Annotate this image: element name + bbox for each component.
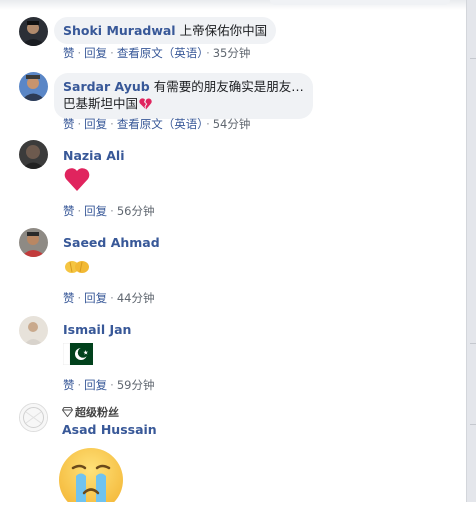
comment-time[interactable]: 54分钟 xyxy=(213,117,251,131)
like-link[interactable]: 赞 xyxy=(63,291,75,305)
like-link[interactable]: 赞 xyxy=(63,46,75,60)
see-original-link[interactable]: 查看原文（英语） xyxy=(117,46,203,60)
red-heart-icon xyxy=(63,166,91,196)
previous-comment-bubble-edge xyxy=(270,0,450,5)
comment-author[interactable]: Shoki Muradwal xyxy=(63,23,176,38)
avatar[interactable] xyxy=(19,17,48,46)
avatar[interactable] xyxy=(19,403,48,432)
comment-time[interactable]: 35分钟 xyxy=(213,46,251,60)
reply-link[interactable]: 回复 xyxy=(84,117,107,131)
broken-heart-icon xyxy=(139,97,152,114)
badge-label: 超级粉丝 xyxy=(75,406,119,419)
avatar[interactable] xyxy=(19,316,48,345)
comment-author[interactable]: Ismail Jan xyxy=(63,322,131,337)
praying-hands-icon xyxy=(63,259,91,279)
avatar[interactable] xyxy=(19,228,48,257)
comment-bubble: Sardar Ayub 有需要的朋友确实是朋友… 巴基斯坦中国 xyxy=(54,73,313,119)
right-panel-divider xyxy=(470,343,476,344)
diamond-icon xyxy=(61,407,74,420)
reply-link[interactable]: 回复 xyxy=(84,46,107,60)
right-panel-divider xyxy=(470,424,476,425)
avatar[interactable] xyxy=(19,72,48,101)
comment-bubble: Shoki Muradwal 上帝保佑你中国 xyxy=(54,17,277,44)
comment-time[interactable]: 59分钟 xyxy=(117,378,155,392)
comment-author[interactable]: Asad Hussain xyxy=(62,422,157,437)
reply-link[interactable]: 回复 xyxy=(84,378,107,392)
comment-author[interactable]: Nazia Ali xyxy=(63,148,125,163)
comment-author[interactable]: Saeed Ahmad xyxy=(63,235,160,250)
like-link[interactable]: 赞 xyxy=(63,204,75,218)
pakistan-flag-icon xyxy=(62,342,93,369)
comment-text: 有需要的朋友确实是朋友… xyxy=(153,79,304,94)
reply-link[interactable]: 回复 xyxy=(84,291,107,305)
like-link[interactable]: 赞 xyxy=(63,378,75,392)
comment-text: 巴基斯坦中国 xyxy=(63,96,139,111)
reply-link[interactable]: 回复 xyxy=(84,204,107,218)
comment-actions: 赞 · 回复 · 查看原文（英语） · 35分钟 xyxy=(63,46,251,60)
comment-actions: 赞 · 回复 · 44分钟 xyxy=(63,291,155,305)
comment-time[interactable]: 44分钟 xyxy=(117,291,155,305)
comment-actions: 赞 · 回复 · 查看原文（英语） · 54分钟 xyxy=(63,117,251,131)
comment-text: 上帝保佑你中国 xyxy=(179,23,268,38)
comment-time[interactable]: 56分钟 xyxy=(117,204,155,218)
right-panel-edge xyxy=(466,0,476,502)
crying-face-icon xyxy=(56,446,126,506)
comment-author[interactable]: Sardar Ayub xyxy=(63,79,150,94)
top-fan-badge: 超级粉丝 xyxy=(61,404,119,420)
avatar[interactable] xyxy=(19,140,48,169)
comment-actions: 赞 · 回复 · 59分钟 xyxy=(63,378,155,392)
like-link[interactable]: 赞 xyxy=(63,117,75,131)
right-panel-divider xyxy=(470,58,476,59)
see-original-link[interactable]: 查看原文（英语） xyxy=(117,117,203,131)
comment-actions: 赞 · 回复 · 56分钟 xyxy=(63,204,155,218)
